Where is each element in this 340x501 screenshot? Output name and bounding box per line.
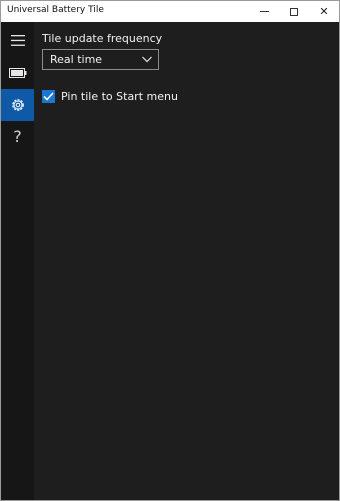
close-icon: ✕ (319, 5, 329, 18)
nav-settings-button[interactable] (1, 89, 34, 121)
maximize-icon (290, 7, 298, 16)
title-bar[interactable]: Universal Battery Tile ✕ (1, 1, 339, 22)
gear-icon (11, 99, 24, 111)
hamburger-icon (10, 34, 25, 46)
dropdown-selected-value: Real time (50, 53, 103, 66)
pin-tile-checkbox[interactable] (42, 89, 55, 103)
checkmark-icon (43, 91, 54, 101)
window-title: Universal Battery Tile (7, 5, 104, 15)
nav-menu-button[interactable] (1, 24, 34, 56)
battery-icon (8, 68, 26, 78)
pin-tile-label: Pin tile to Start menu (61, 89, 178, 103)
minimize-icon (259, 11, 269, 12)
app-window: Universal Battery Tile ✕ ? Tile update f… (0, 0, 340, 501)
question-icon: ? (13, 127, 22, 146)
pin-tile-option[interactable]: Pin tile to Start menu (42, 88, 178, 104)
settings-panel: Tile update frequency Real time Pin tile… (34, 22, 339, 500)
maximize-button[interactable] (279, 1, 309, 22)
nav-help-button[interactable]: ? (1, 121, 34, 153)
nav-sidebar: ? (1, 22, 34, 500)
tile-update-frequency-dropdown[interactable]: Real time (42, 49, 159, 70)
nav-battery-button[interactable] (1, 57, 34, 89)
close-button[interactable]: ✕ (309, 1, 339, 22)
minimize-button[interactable] (249, 1, 279, 22)
chevron-down-icon (142, 56, 152, 63)
tile-update-frequency-label: Tile update frequency (42, 32, 163, 45)
